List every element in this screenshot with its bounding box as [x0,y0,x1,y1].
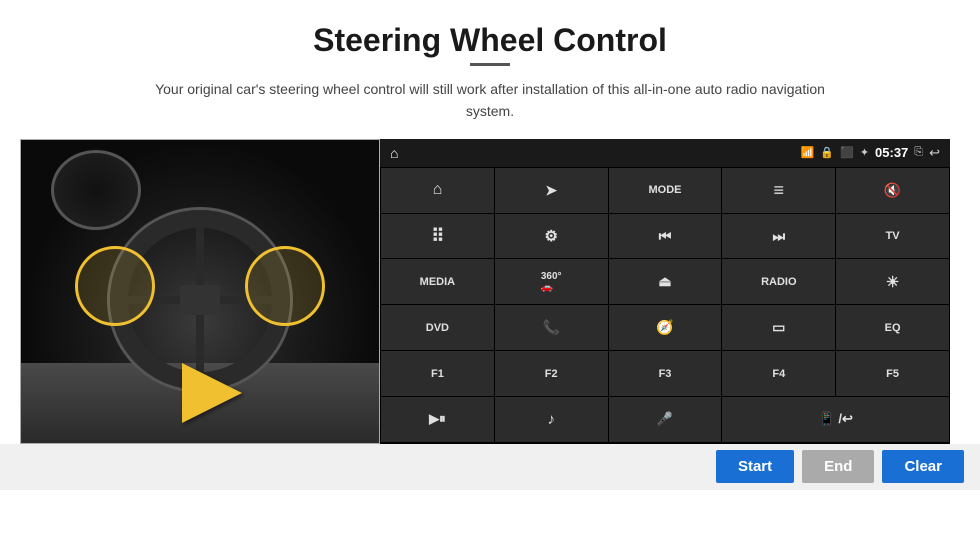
btn-eject[interactable]: ⏏ [609,259,722,304]
btn-brightness[interactable]: ☀ [836,259,949,304]
btn-f4[interactable]: F4 [722,351,835,396]
screen-icon: ⬛ [840,146,854,159]
btn-apps[interactable]: ⠿ [381,214,494,259]
car-image-inner [21,140,379,443]
btn-play-pause[interactable]: ▶⏸ [381,397,494,442]
clear-button[interactable]: Clear [882,450,964,483]
btn-media[interactable]: MEDIA [381,259,494,304]
page-title: Steering Wheel Control [0,0,980,63]
bottom-bar: Start End Clear [0,444,980,490]
btn-360[interactable]: 360°🚗 [495,259,608,304]
screen-grid: ⌂ ➤ MODE ≡ 🔇 ⠿ ⚙ ⏮ ⏭ TV MEDIA 360°🚗 ⏏ RA… [380,167,950,444]
subtitle: Your original car's steering wheel contr… [140,78,840,123]
btn-settings[interactable]: ⚙ [495,214,608,259]
bt-icon: ✦ [860,146,869,159]
btn-dvd[interactable]: DVD [381,305,494,350]
btn-radio[interactable]: RADIO [722,259,835,304]
btn-phone[interactable]: 📞 [495,305,608,350]
instrument-panel [51,150,141,230]
lock-icon: 🔒 [820,146,834,159]
circle-highlight-left [75,246,155,326]
arrow-container [182,363,242,423]
btn-vol-mute[interactable]: 🔇 [836,168,949,213]
btn-mode[interactable]: MODE [609,168,722,213]
car-image [20,139,380,444]
circle-highlight-right [245,246,325,326]
btn-answer-call[interactable]: 📱 /↩ [722,397,949,442]
content-area: ⌂ 📶 🔒 ⬛ ✦ 05:37 ⎘ ↩ ⌂ ➤ MODE ≡ 🔇 ⠿ ⚙ ⏮ ⏭ [0,139,980,444]
back-icon[interactable]: ↩ [929,145,940,161]
btn-tv[interactable]: TV [836,214,949,259]
copy-icon: ⎘ [914,146,923,159]
btn-eq[interactable]: EQ [836,305,949,350]
status-bar: ⌂ 📶 🔒 ⬛ ✦ 05:37 ⎘ ↩ [380,139,950,167]
btn-mic[interactable]: 🎤 [609,397,722,442]
btn-f3[interactable]: F3 [609,351,722,396]
btn-navi[interactable]: 🧭 [609,305,722,350]
start-button[interactable]: Start [716,450,794,483]
btn-f5[interactable]: F5 [836,351,949,396]
btn-window[interactable]: ▭ [722,305,835,350]
big-arrow [182,363,242,423]
title-divider [470,63,510,66]
btn-music[interactable]: ♪ [495,397,608,442]
btn-f2[interactable]: F2 [495,351,608,396]
btn-next[interactable]: ⏭ [722,214,835,259]
btn-prev[interactable]: ⏮ [609,214,722,259]
btn-f1[interactable]: F1 [381,351,494,396]
screen-panel: ⌂ 📶 🔒 ⬛ ✦ 05:37 ⎘ ↩ ⌂ ➤ MODE ≡ 🔇 ⠿ ⚙ ⏮ ⏭ [380,139,950,444]
btn-home[interactable]: ⌂ [381,168,494,213]
wifi-icon: 📶 [801,146,815,159]
home-icon[interactable]: ⌂ [390,145,398,161]
status-time: 05:37 [875,145,908,160]
btn-nav[interactable]: ➤ [495,168,608,213]
status-icons: 📶 🔒 ⬛ ✦ 05:37 ⎘ ↩ [801,145,940,161]
sw-center [180,285,220,315]
btn-menu-list[interactable]: ≡ [722,168,835,213]
end-button[interactable]: End [802,450,874,483]
